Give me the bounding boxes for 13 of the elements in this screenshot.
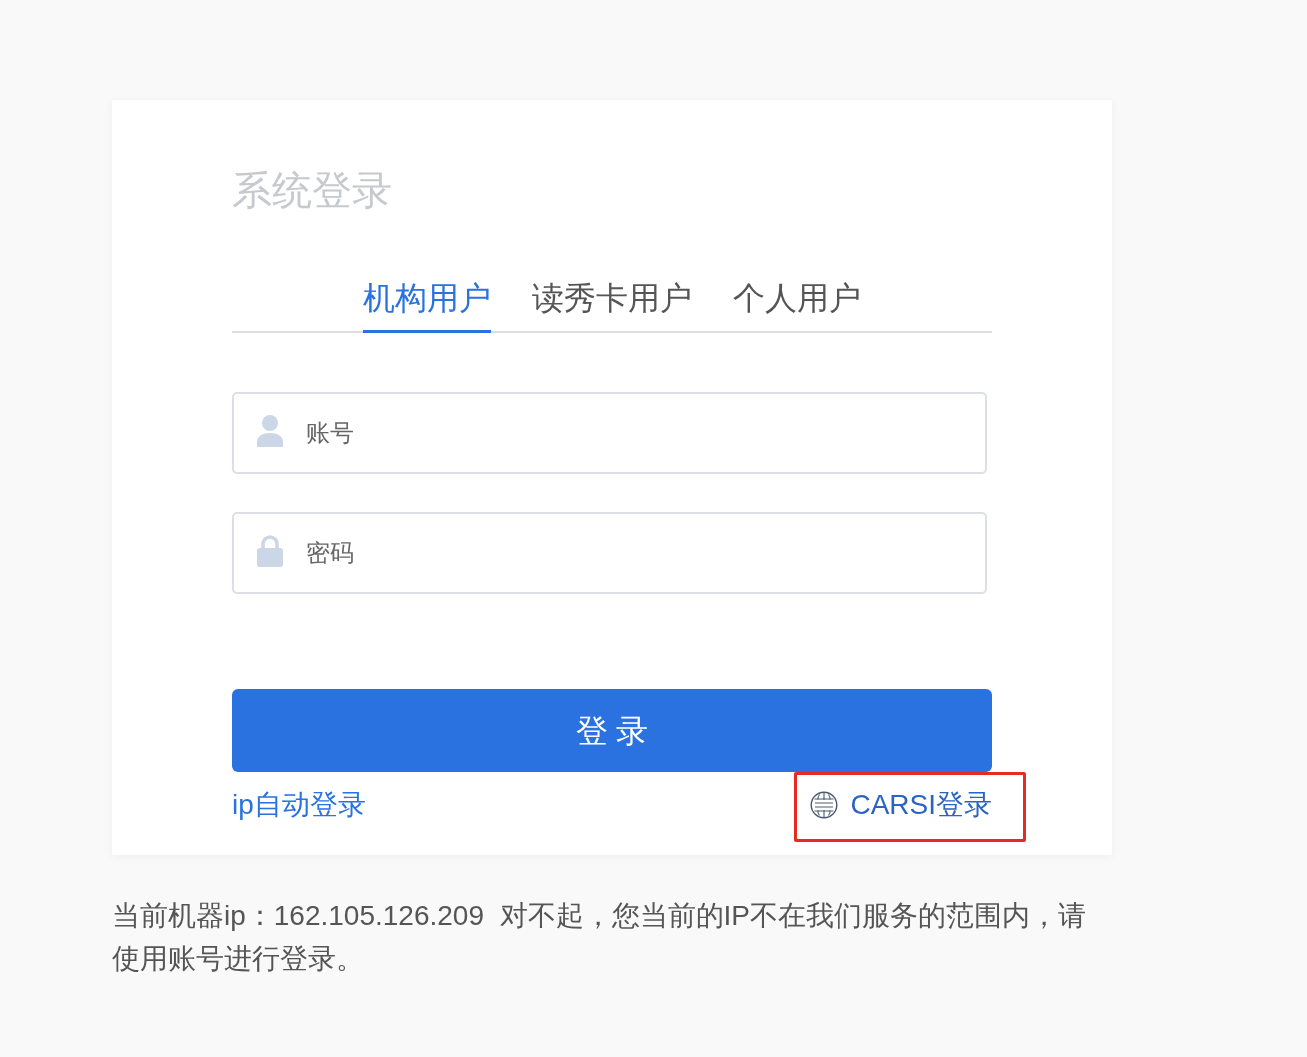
password-field[interactable]: 密码	[232, 512, 987, 594]
user-icon	[257, 415, 283, 447]
ip-notice-text: 当前机器ip：162.105.126.209 对不起，您当前的IP不在我们服务的范围内，请使用账号进行登录。	[112, 899, 1087, 976]
globe-icon	[810, 791, 839, 819]
lock-icon	[257, 535, 283, 567]
carsi-login-link[interactable]: CARSI登录	[810, 788, 992, 822]
user-type-tab[interactable]: 机构用户	[363, 279, 491, 333]
login-button[interactable]: 登 录	[232, 689, 992, 772]
account-field[interactable]: 账号	[232, 392, 987, 474]
user-type-tab[interactable]: 读秀卡用户	[532, 279, 692, 333]
ip-login-link[interactable]: ip自动登录	[232, 788, 366, 822]
page-title: 系统登录	[232, 167, 392, 214]
user-type-tab[interactable]: 个人用户	[733, 279, 861, 333]
